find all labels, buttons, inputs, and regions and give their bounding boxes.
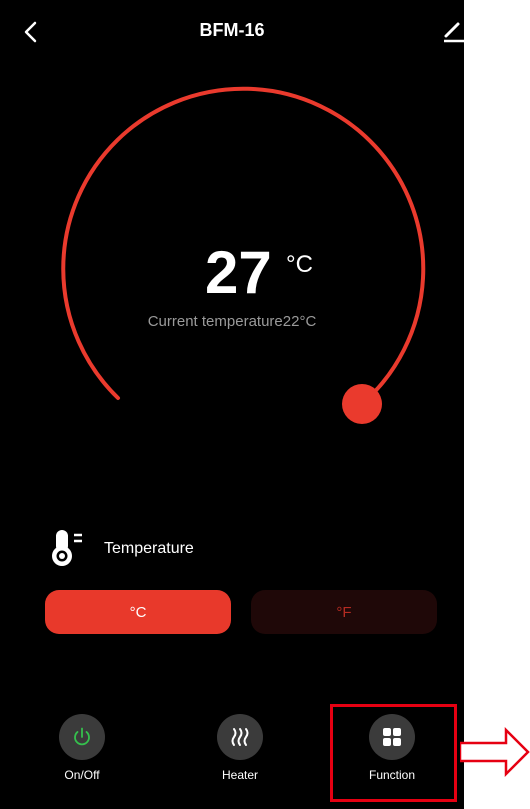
edit-button[interactable] [440, 16, 464, 44]
thermostat-screen: BFM-16 27 °C Current temperature22°C Tem… [0, 0, 464, 809]
fahrenheit-button[interactable]: °F [251, 590, 437, 634]
thermometer-icon [52, 530, 82, 566]
celsius-button[interactable]: °C [45, 590, 231, 634]
heater-label: Heater [221, 768, 259, 782]
dial-knob[interactable] [342, 384, 382, 424]
grid-icon [383, 728, 401, 746]
power-icon [74, 727, 90, 746]
on-off-label: On/Off [64, 768, 100, 782]
function-circle [369, 714, 415, 760]
page-title: BFM-16 [199, 20, 265, 40]
pencil-icon [444, 22, 464, 43]
arrow-right-icon [460, 727, 530, 777]
function-label: Function [368, 768, 416, 782]
heater-circle [217, 714, 263, 760]
on-off-circle [59, 714, 105, 760]
heater-icon [231, 728, 249, 746]
set-temperature: 27 [205, 239, 272, 306]
current-temperature: Current temperature22°C [147, 313, 317, 330]
heater-button[interactable]: Heater [200, 714, 280, 782]
on-off-button[interactable]: On/Off [42, 714, 122, 782]
top-bar: BFM-16 [0, 0, 464, 64]
temperature-unit: °C [286, 251, 313, 278]
temperature-label: Temperature [104, 540, 194, 557]
function-button[interactable]: Function [352, 714, 432, 782]
